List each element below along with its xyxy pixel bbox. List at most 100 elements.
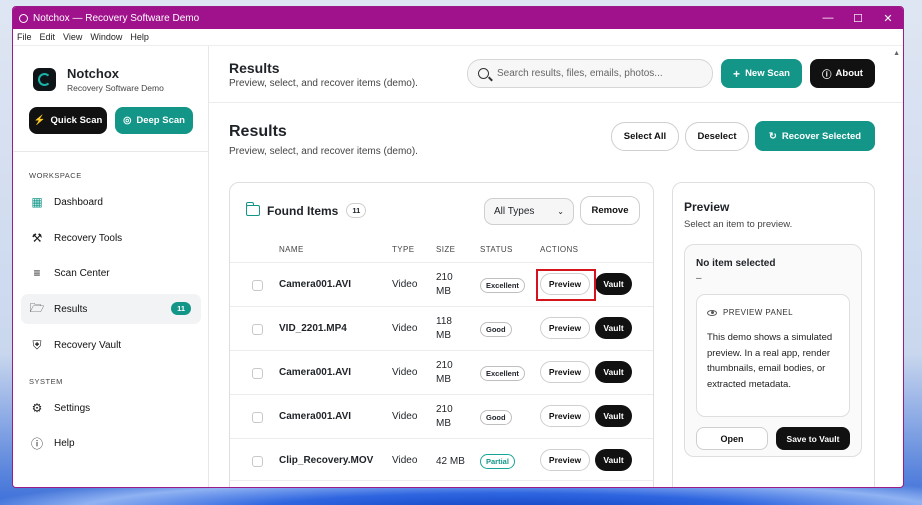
table-row[interactable]: Camera001.AVI Video 210 MB Good Preview V… <box>230 394 653 438</box>
help-icon: ⓘ <box>30 436 43 451</box>
quick-scan-button[interactable]: ⚡ Quick Scan <box>29 107 107 134</box>
sidebar-item-settings[interactable]: ⚙ Settings <box>21 393 201 423</box>
column-header-type: TYPE <box>392 245 415 254</box>
table-row[interactable]: Clip_Recovery.MOV Video 42 MB Partial Pr… <box>230 438 653 482</box>
scroll-up-arrow-icon[interactable]: ▲ <box>893 50 900 57</box>
folder-icon <box>246 202 260 216</box>
row-checkbox[interactable] <box>252 412 263 423</box>
preview-button[interactable]: Preview <box>540 361 590 383</box>
deep-scan-button[interactable]: ◎ Deep Scan <box>115 107 193 134</box>
select-all-button[interactable]: Select All <box>611 122 679 151</box>
menu-edit[interactable]: Edit <box>40 32 56 42</box>
preview-panel-text: This demo shows a simulated preview. In … <box>707 332 833 390</box>
file-size: 210 MB <box>436 359 466 387</box>
status-badge: Good <box>480 322 512 337</box>
preview-button[interactable]: Preview <box>540 449 590 471</box>
recover-selected-button[interactable]: ↻ Recover Selected <box>755 121 875 151</box>
file-name: Camera001.AVI <box>279 367 352 378</box>
vault-button[interactable]: Vault <box>595 317 632 339</box>
sidebar-item-results[interactable]: 🗁 Results 11 <box>21 294 201 324</box>
save-to-vault-button[interactable]: Save to Vault <box>776 427 850 450</box>
file-size-value: 210 <box>436 272 453 283</box>
preview-panel-header: PREVIEW PANEL <box>707 308 793 317</box>
column-header-actions: ACTIONS <box>540 245 579 254</box>
chevron-down-icon: ⌄ <box>557 207 564 216</box>
menu-bar: File Edit View Window Help <box>13 29 903 46</box>
deselect-button[interactable]: Deselect <box>685 122 749 151</box>
new-scan-button[interactable]: + New Scan <box>721 59 802 88</box>
preview-dash: – <box>696 273 702 284</box>
table-row[interactable]: Camera001.AVI Video 210 MB Excellent Prev… <box>230 350 653 394</box>
app-icon <box>19 13 28 23</box>
sidebar-item-recovery-tools[interactable]: ⚒ Recovery Tools <box>21 223 201 253</box>
table-row[interactable]: 210 <box>230 480 653 487</box>
table-row[interactable]: VID_2201.MP4 Video 118 MB Good Preview Va… <box>230 306 653 350</box>
sidebar-item-label: Recovery Tools <box>54 232 123 244</box>
brand-name: Notchox <box>67 66 119 81</box>
vault-button[interactable]: Vault <box>595 361 632 383</box>
row-checkbox[interactable] <box>252 280 263 291</box>
status-badge: Good <box>480 410 512 425</box>
scan-list-icon: ≡ <box>33 266 41 280</box>
menu-window[interactable]: Window <box>90 32 122 42</box>
menu-file[interactable]: File <box>17 32 32 42</box>
open-button[interactable]: Open <box>696 427 768 450</box>
file-type: Video <box>392 279 418 290</box>
search-icon <box>478 68 489 79</box>
eye-icon <box>707 309 717 316</box>
file-type: Video <box>392 411 418 422</box>
title-bar[interactable]: Notchox — Recovery Software Demo — ☐ ✕ <box>13 7 903 29</box>
search-input[interactable]: Search results, files, emails, photos... <box>467 59 713 88</box>
preview-button[interactable]: Preview <box>540 317 590 339</box>
vault-button[interactable]: Vault <box>595 405 632 427</box>
table-row[interactable]: Camera001.AVI Video 210 MB Excellent Prev… <box>230 262 653 306</box>
found-items-card: Found Items 11 All Types ⌄ Remove NAME T… <box>229 182 654 487</box>
type-filter-value: All Types <box>494 206 535 217</box>
row-checkbox[interactable] <box>252 368 263 379</box>
app-window: Notchox — Recovery Software Demo — ☐ ✕ F… <box>12 6 904 488</box>
file-size-unit: MB <box>436 374 451 385</box>
sidebar-item-recovery-vault[interactable]: ⛨ Recovery Vault <box>21 330 201 360</box>
close-icon[interactable]: ✕ <box>873 7 903 29</box>
no-item-selected: No item selected <box>696 258 776 269</box>
results-count-badge: 11 <box>171 302 191 315</box>
file-size: 118 MB <box>436 315 466 343</box>
about-button[interactable]: ⓘ About <box>810 59 875 88</box>
preview-highlight-box <box>536 269 596 301</box>
sidebar-item-label: Dashboard <box>54 196 103 208</box>
row-checkbox[interactable] <box>252 324 263 335</box>
sidebar-item-label: Recovery Vault <box>54 339 122 351</box>
system-label: SYSTEM <box>29 377 63 386</box>
new-scan-label: New Scan <box>745 68 790 79</box>
menu-help[interactable]: Help <box>130 32 149 42</box>
remove-button[interactable]: Remove <box>580 196 640 225</box>
maximize-icon[interactable]: ☐ <box>843 7 873 29</box>
search-placeholder: Search results, files, emails, photos... <box>497 68 663 79</box>
row-checkbox[interactable] <box>252 456 263 467</box>
vault-button[interactable]: Vault <box>595 449 632 471</box>
file-size: 210 MB <box>436 271 466 299</box>
sidebar-item-help[interactable]: ⓘ Help <box>21 428 201 458</box>
file-name: Clip_Recovery.MOV <box>279 455 374 466</box>
sidebar-item-scan-center[interactable]: ≡ Scan Center <box>21 258 201 288</box>
found-items-title: Found Items 11 <box>246 202 367 218</box>
vault-button[interactable]: Vault <box>595 273 632 295</box>
file-size-value: 210 <box>436 360 453 371</box>
menu-view[interactable]: View <box>63 32 82 42</box>
about-label: About <box>835 68 863 79</box>
preview-button[interactable]: Preview <box>540 405 590 427</box>
sidebar-item-dashboard[interactable]: ▦ Dashboard <box>21 187 201 217</box>
file-size-unit: MB <box>436 418 451 429</box>
file-type: Video <box>392 367 418 378</box>
main-content: Results Preview, select, and recover ite… <box>209 46 903 487</box>
target-icon: ◎ <box>123 115 132 126</box>
file-name: Camera001.AVI <box>279 411 352 422</box>
preview-card: Preview Select an item to preview. No it… <box>672 182 875 487</box>
column-header-name: NAME <box>279 245 304 254</box>
found-count-badge: 11 <box>346 203 367 218</box>
type-filter-select[interactable]: All Types ⌄ <box>484 198 574 225</box>
file-size-value: 118 <box>436 316 452 327</box>
found-items-label: Found Items <box>267 203 339 218</box>
minimize-icon[interactable]: — <box>813 7 843 29</box>
workspace-label: WORKSPACE <box>29 171 82 180</box>
